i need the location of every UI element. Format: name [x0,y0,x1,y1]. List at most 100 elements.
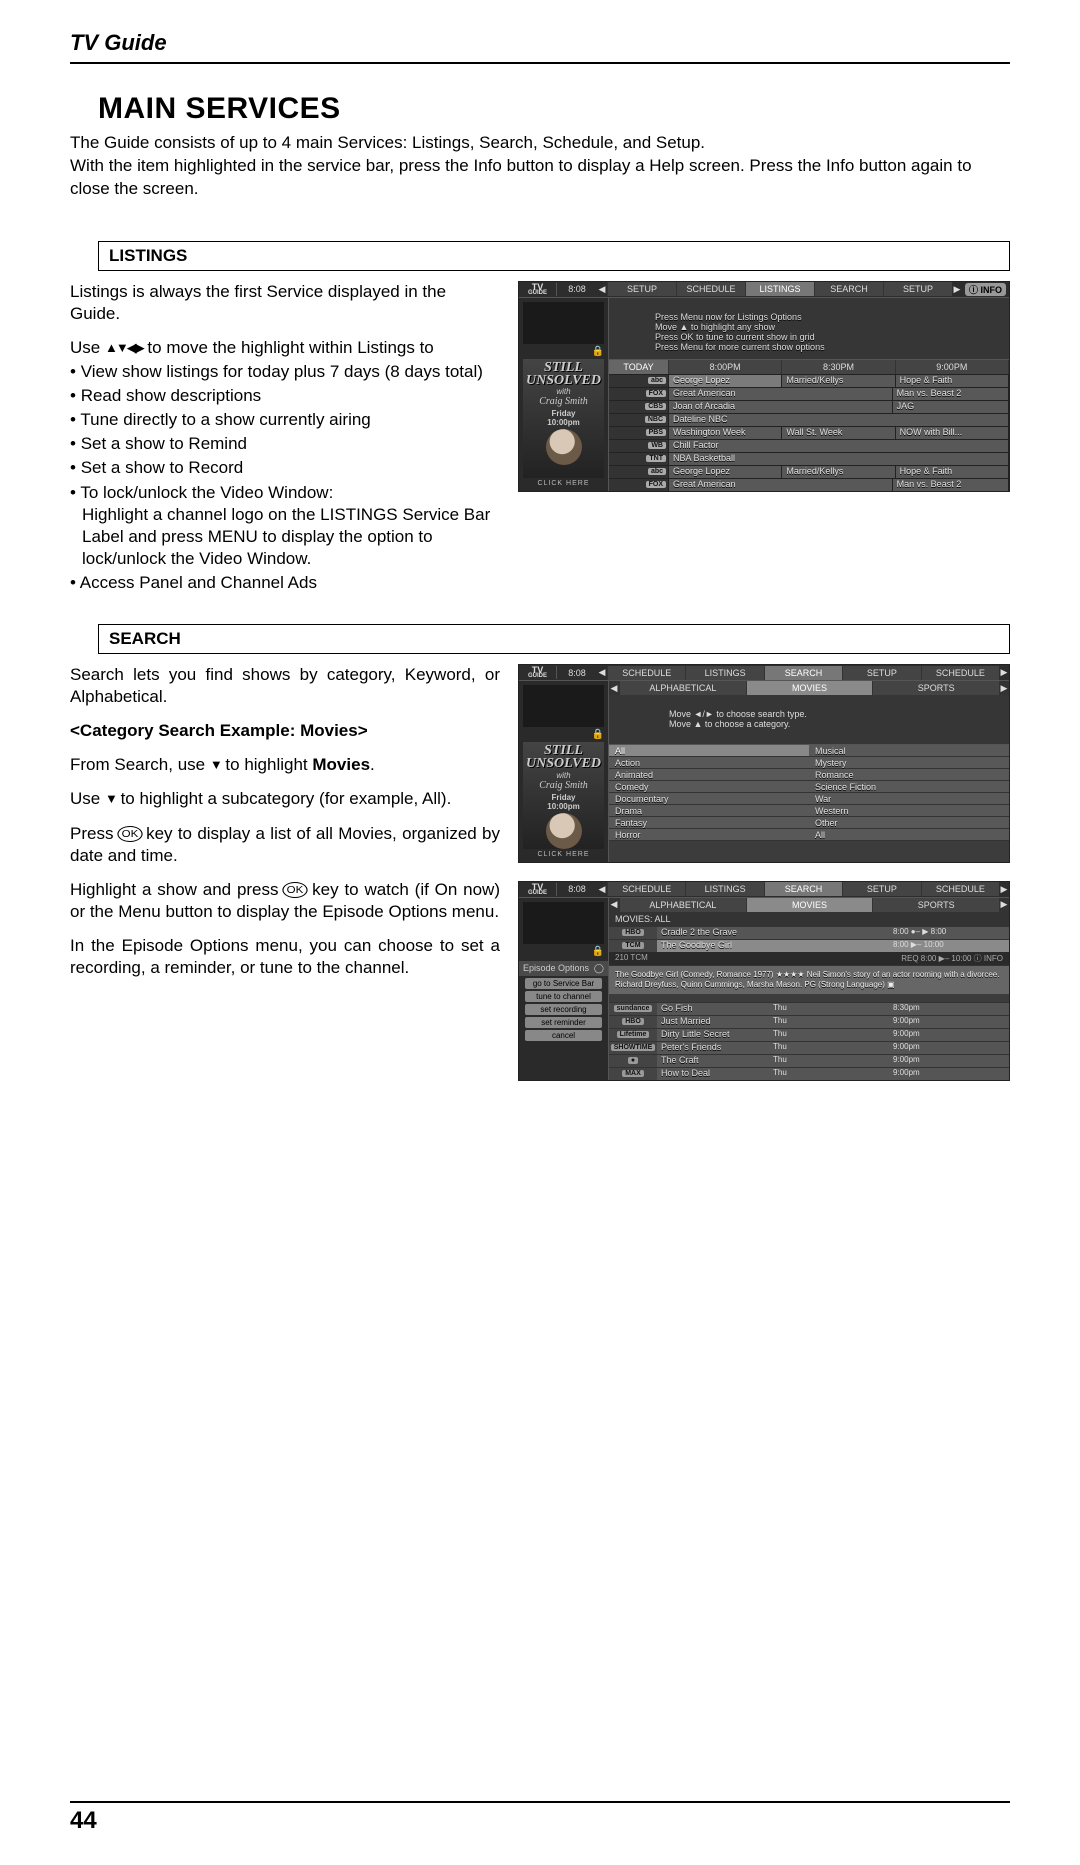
search-subtab[interactable]: SPORTS [872,681,999,695]
program-cell[interactable]: Man vs. Beast 2 [893,478,1009,491]
channel-cell[interactable]: abc [609,374,669,387]
channel-cell[interactable]: NBC [609,413,669,426]
channel-cell[interactable]: CBS [609,400,669,413]
program-cell[interactable]: Married/Kellys [782,465,895,478]
category-item[interactable]: Documentary [609,793,809,805]
subtab-right-icon[interactable]: ▶ [999,899,1009,910]
search-subtab[interactable]: MOVIES [746,898,873,912]
category-item[interactable]: Romance [809,769,1009,781]
movie-row[interactable]: SHOWTIMEPeter's FriendsThu9:00pm [609,1041,1009,1054]
service-tab[interactable]: SCHEDULE [607,666,685,680]
channel-cell[interactable]: WB [609,439,669,452]
tab-scroll-right-icon[interactable]: ▶ [999,884,1009,895]
program-cell[interactable]: NBA Basketball [669,452,1009,465]
movie-row[interactable]: MAXHow to DealThu9:00pm [609,1067,1009,1080]
program-cell[interactable]: George Lopez [669,374,782,387]
program-cell[interactable]: George Lopez [669,465,782,478]
movie-row[interactable]: sundanceGo FishThu8:30pm [609,1002,1009,1015]
service-tab[interactable]: SCHEDULE [921,666,999,680]
service-tab[interactable]: SEARCH [764,666,842,680]
lock-icon[interactable]: 🔒 [523,729,604,740]
category-item[interactable]: Science Fiction [809,781,1009,793]
lock-icon[interactable]: 🔒 [523,346,604,357]
service-tab[interactable]: LISTINGS [745,282,814,296]
program-cell[interactable]: Joan of Arcadia [669,400,893,413]
episode-option-button[interactable]: cancel [525,1030,602,1041]
category-item[interactable]: Western [809,805,1009,817]
category-item[interactable]: Musical [809,745,1009,757]
program-cell[interactable]: Dateline NBC [669,413,1009,426]
service-tab[interactable]: SCHEDULE [921,882,999,896]
program-cell[interactable]: NOW with Bill... [896,426,1009,439]
program-cell[interactable]: Man vs. Beast 2 [893,387,1009,400]
movie-row[interactable]: LifetimeDirty Little SecretThu9:00pm [609,1028,1009,1041]
category-item[interactable]: Fantasy [609,817,809,829]
search-subtab[interactable]: ALPHABETICAL [619,681,746,695]
service-tab[interactable]: SETUP [842,666,920,680]
category-item[interactable]: Action [609,757,809,769]
category-item[interactable]: Animated [609,769,809,781]
tab-scroll-left-icon[interactable]: ◀ [597,667,607,678]
video-window[interactable] [523,302,604,344]
listings-screenshot: TVGUIDE 8:08 ◀ SETUPSCHEDULELISTINGSSEAR… [518,281,1010,492]
tab-scroll-right-icon[interactable]: ▶ [999,667,1009,678]
video-window[interactable] [523,685,604,727]
promo-time: 10:00pm [547,802,579,811]
service-tab[interactable]: LISTINGS [685,666,763,680]
program-cell[interactable]: Married/Kellys [782,374,895,387]
episode-option-button[interactable]: set recording [525,1004,602,1015]
episode-option-button[interactable]: go to Service Bar [525,978,602,989]
episode-option-button[interactable]: set reminder [525,1017,602,1028]
channel-cell[interactable]: abc [609,465,669,478]
service-tab[interactable]: SETUP [883,282,952,296]
service-tab[interactable]: SCHEDULE [676,282,745,296]
movie-row[interactable]: ●The CraftThu9:00pm [609,1054,1009,1067]
category-item[interactable]: War [809,793,1009,805]
category-item[interactable]: Horror [609,829,809,841]
movie-row[interactable]: HBOCradle 2 the Grave8:00 ●– ▶ 8:00 [609,926,1009,939]
category-item[interactable]: Mystery [809,757,1009,769]
search-subtab[interactable]: SPORTS [872,898,999,912]
service-tab[interactable]: SETUP [607,282,676,296]
program-cell[interactable]: Wall St. Week [782,426,895,439]
search-subtab[interactable]: MOVIES [746,681,873,695]
video-window[interactable] [523,902,604,944]
service-tab[interactable]: SEARCH [814,282,883,296]
channel-cell[interactable]: TNT [609,452,669,465]
subtab-left-icon[interactable]: ◀ [609,683,619,694]
program-cell[interactable]: Great American [669,387,893,400]
promo-word: STILL [523,744,604,757]
channel-cell[interactable]: PBS [609,426,669,439]
category-item[interactable]: Drama [609,805,809,817]
episode-option-button[interactable]: tune to channel [525,991,602,1002]
tab-scroll-left-icon[interactable]: ◀ [597,884,607,895]
category-item[interactable]: Comedy [609,781,809,793]
program-cell[interactable]: Hope & Faith [896,465,1009,478]
search-subtab[interactable]: ALPHABETICAL [619,898,746,912]
lock-icon[interactable]: 🔒 [523,946,604,957]
program-cell[interactable]: JAG [893,400,1009,413]
movie-row[interactable]: HBOJust MarriedThu9:00pm [609,1015,1009,1028]
movie-row[interactable]: TCMThe Goodbye Girl8:00 ▶– 10:00 [609,939,1009,952]
promo-panel[interactable]: STILL UNSOLVED with Craig Smith Friday10… [523,742,604,849]
program-cell[interactable]: Chill Factor [669,439,1009,452]
channel-cell[interactable]: FOX [609,478,669,491]
category-item[interactable]: Other [809,817,1009,829]
service-tab[interactable]: SCHEDULE [607,882,685,896]
promo-panel[interactable]: STILL UNSOLVED with Craig Smith Friday10… [523,359,604,478]
category-item[interactable]: All [609,745,809,757]
program-cell[interactable]: Washington Week [669,426,782,439]
tab-scroll-left-icon[interactable]: ◀ [597,284,607,295]
tab-scroll-right-icon[interactable]: ▶ [952,284,962,295]
service-tab[interactable]: LISTINGS [685,882,763,896]
program-cell[interactable]: Hope & Faith [896,374,1009,387]
close-icon[interactable]: ◯ [594,963,604,974]
program-cell[interactable]: Great American [669,478,893,491]
channel-cell[interactable]: FOX [609,387,669,400]
service-tab[interactable]: SETUP [842,882,920,896]
category-item[interactable]: All [809,829,1009,841]
service-tab[interactable]: SEARCH [764,882,842,896]
info-button[interactable]: ⓘ INFO [965,283,1006,296]
subtab-left-icon[interactable]: ◀ [609,899,619,910]
subtab-right-icon[interactable]: ▶ [999,683,1009,694]
